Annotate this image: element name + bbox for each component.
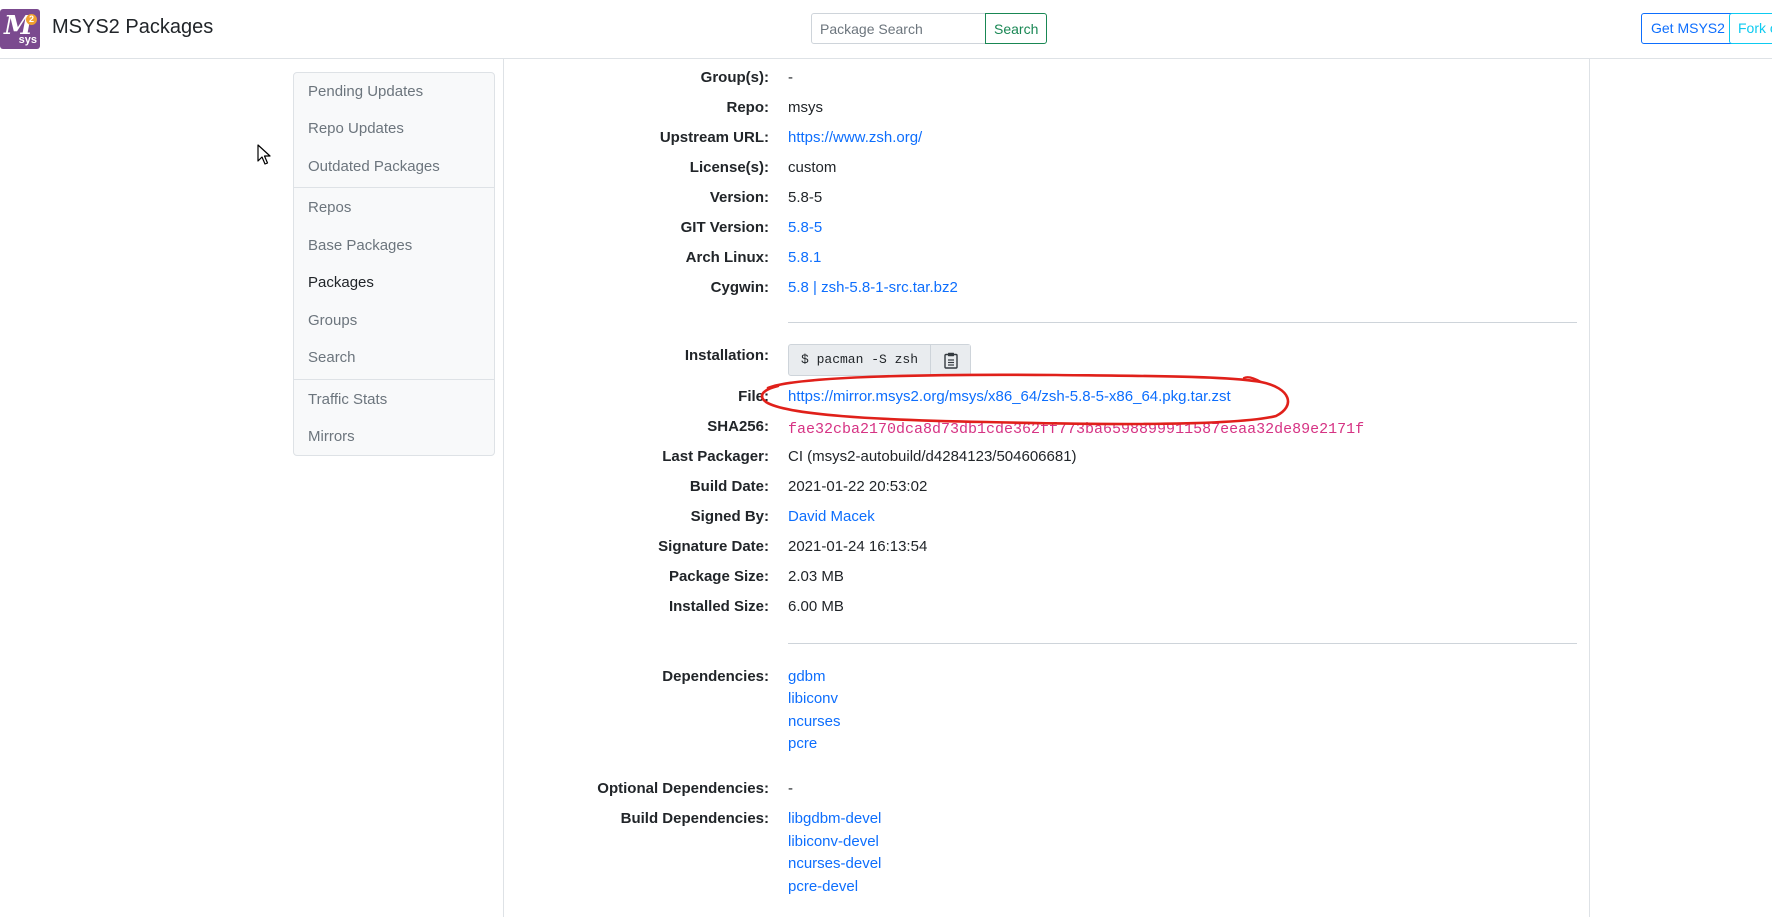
build-dependency-link[interactable]: pcre-devel [788, 878, 858, 895]
build-dependency-link[interactable]: ncurses-devel [788, 855, 881, 872]
detail-row-sha256: SHA256: fae32cba2170dca8d73db1cde362ff77… [504, 418, 1591, 442]
sidebar-nav: Pending Updates Repo Updates Outdated Pa… [293, 72, 495, 456]
arch-link[interactable]: 5.8.1 [788, 249, 821, 266]
detail-row-installation: Installation: [504, 347, 1591, 371]
package-size-value: 2.03 MB [788, 568, 844, 585]
detail-row-groups: Group(s): - [504, 69, 1591, 93]
signature-date-label: Signature Date: [658, 538, 769, 555]
detail-row-optional-dependencies: Optional Dependencies: - [504, 780, 1591, 804]
detail-row-installed-size: Installed Size: 6.00 MB [504, 598, 1591, 622]
search-button[interactable]: Search [985, 13, 1048, 44]
license-value: custom [788, 159, 837, 176]
sidebar-item-base-packages[interactable]: Base Packages [308, 237, 412, 254]
detail-row-arch: Arch Linux: 5.8.1 [504, 249, 1591, 273]
cygwin-link[interactable]: 5.8 | zsh-5.8-1-src.tar.bz2 [788, 279, 958, 296]
package-size-label: Package Size: [668, 568, 769, 585]
detail-row-file: File: https://mirror.msys2.org/msys/x86_… [504, 388, 1591, 412]
cygwin-label: Cygwin: [710, 279, 769, 296]
search-input[interactable] [811, 13, 986, 44]
search-form: Search [811, 13, 1048, 44]
dependency-link[interactable]: libiconv [788, 690, 838, 707]
detail-row-git-version: GIT Version: 5.8-5 [504, 219, 1591, 243]
detail-row-package-size: Package Size: 2.03 MB [504, 568, 1591, 592]
detail-row-upstream: Upstream URL: https://www.zsh.org/ [504, 129, 1591, 153]
fork-button[interactable]: Fork on GitHub [1729, 13, 1772, 44]
file-link[interactable]: https://mirror.msys2.org/msys/x86_64/zsh… [788, 388, 1231, 405]
logo-badge: 2 [26, 14, 37, 25]
signature-date-value: 2021-01-24 16:13:54 [788, 538, 928, 555]
packager-label: Last Packager: [662, 448, 769, 465]
build-dependency-link[interactable]: libiconv-devel [788, 833, 879, 850]
dependency-link[interactable]: ncurses [788, 713, 841, 730]
clipboard-icon[interactable] [930, 345, 971, 375]
top-navbar: M 2 sys MSYS2 Packages Search Get MSYS2 … [0, 0, 1772, 59]
sidebar-item-groups[interactable]: Groups [308, 312, 357, 329]
build-date-label: Build Date: [689, 478, 769, 495]
dependencies-label: Dependencies: [662, 668, 769, 685]
sha256-label: SHA256: [707, 418, 769, 435]
installation-label: Installation: [684, 347, 769, 364]
detail-row-build-dependencies: Build Dependencies: [504, 810, 1591, 834]
upstream-label: Upstream URL: [659, 129, 769, 146]
package-details-panel: Group(s): - Repo: msys Upstream URL: htt… [503, 59, 1590, 917]
signed-by-link[interactable]: David Macek [788, 508, 875, 525]
arch-label: Arch Linux: [685, 249, 769, 266]
detail-row-packager: Last Packager: CI (msys2-autobuild/d4284… [504, 448, 1591, 472]
detail-row-dependencies: Dependencies: [504, 668, 1591, 692]
sidebar-item-outdated-packages[interactable]: Outdated Packages [308, 158, 440, 175]
git-version-link[interactable]: 5.8-5 [788, 219, 822, 236]
detail-row-version: Version: 5.8-5 [504, 189, 1591, 213]
git-version-label: GIT Version: [680, 219, 769, 236]
packager-value: CI (msys2-autobuild/d4284123/504606681) [788, 448, 1077, 465]
sidebar-item-repo-updates[interactable]: Repo Updates [308, 120, 404, 137]
sidebar-divider [294, 379, 494, 380]
logo-sub: sys [18, 34, 37, 46]
mouse-cursor-icon [257, 144, 271, 165]
section-divider [788, 322, 1577, 323]
sidebar-item-mirrors[interactable]: Mirrors [308, 428, 355, 445]
detail-row-signature-date: Signature Date: 2021-01-24 16:13:54 [504, 538, 1591, 562]
build-dependencies-label: Build Dependencies: [620, 810, 769, 827]
sidebar-item-pending-updates[interactable]: Pending Updates [308, 83, 423, 100]
repo-value: msys [788, 99, 823, 116]
groups-value: - [788, 69, 793, 86]
install-command: $ pacman -S zsh [788, 344, 972, 376]
installed-size-value: 6.00 MB [788, 598, 844, 615]
build-dependency-link[interactable]: libgdbm-devel [788, 810, 881, 827]
optional-dependencies-label: Optional Dependencies: [597, 780, 769, 797]
version-label: Version: [709, 189, 769, 206]
repo-label: Repo: [726, 99, 770, 116]
file-label: File: [738, 388, 769, 405]
get-msys2-button[interactable]: Get MSYS2 [1641, 13, 1735, 44]
detail-row-signed-by: Signed By: David Macek [504, 508, 1591, 532]
install-command-text: $ pacman -S zsh [801, 352, 919, 367]
detail-row-license: License(s): custom [504, 159, 1591, 183]
license-label: License(s): [689, 159, 769, 176]
build-date-value: 2021-01-22 20:53:02 [788, 478, 928, 495]
sidebar-divider [294, 187, 494, 188]
sidebar-item-traffic-stats[interactable]: Traffic Stats [308, 391, 387, 408]
groups-label: Group(s): [700, 69, 769, 86]
sha256-value: fae32cba2170dca8d73db1cde362ff773ba65988… [788, 421, 1365, 438]
sidebar-item-search[interactable]: Search [308, 349, 356, 366]
signed-by-label: Signed By: [690, 508, 769, 525]
brand-title[interactable]: MSYS2 Packages [52, 16, 213, 39]
version-value: 5.8-5 [788, 189, 823, 206]
msys2-logo[interactable]: M 2 sys [0, 9, 40, 49]
detail-row-build-date: Build Date: 2021-01-22 20:53:02 [504, 478, 1591, 502]
optional-dependencies-value: - [788, 780, 793, 797]
detail-row-cygwin: Cygwin: 5.8 | zsh-5.8-1-src.tar.bz2 [504, 279, 1591, 303]
installed-size-label: Installed Size: [668, 598, 769, 615]
sidebar-item-repos[interactable]: Repos [308, 199, 351, 216]
dependency-link[interactable]: gdbm [788, 668, 826, 685]
section-divider [788, 643, 1577, 644]
detail-row-repo: Repo: msys [504, 99, 1591, 123]
sidebar-item-packages[interactable]: Packages [308, 274, 374, 291]
dependency-link[interactable]: pcre [788, 735, 817, 752]
upstream-link[interactable]: https://www.zsh.org/ [788, 129, 922, 146]
